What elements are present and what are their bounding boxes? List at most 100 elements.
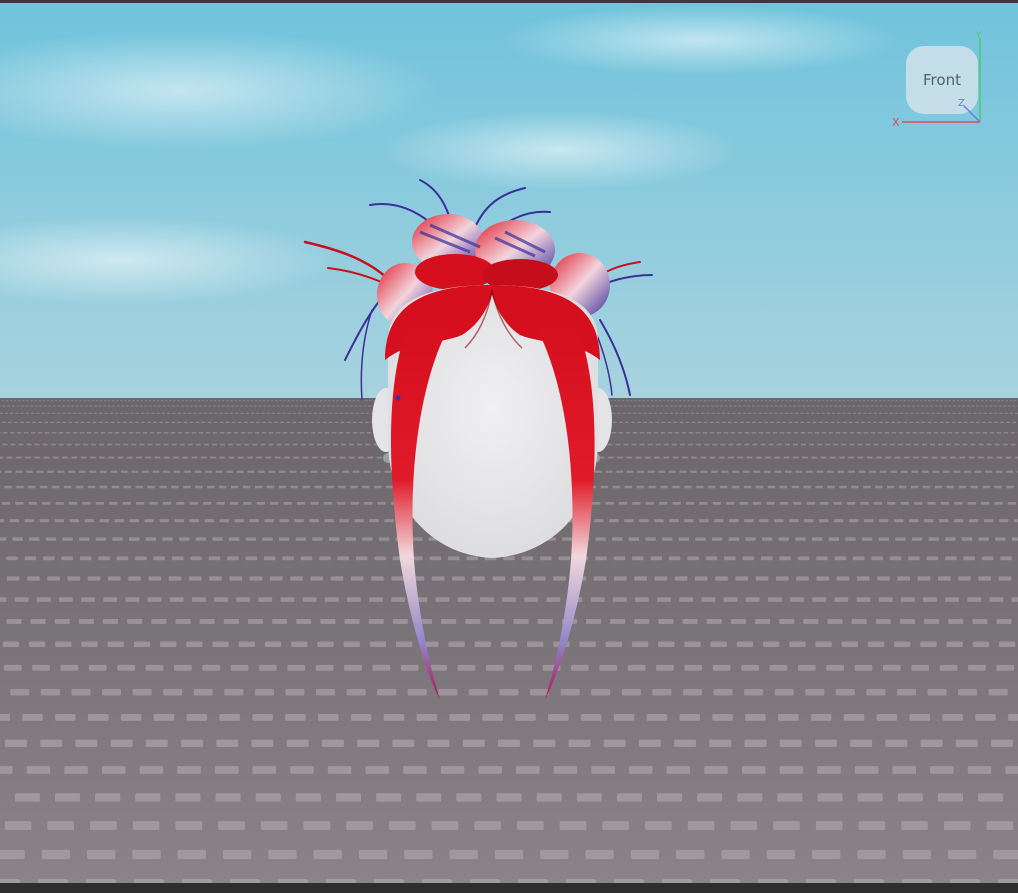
floor-stud [961, 432, 967, 434]
floor-stud [89, 405, 93, 407]
floor-stud [660, 405, 664, 407]
scene-canvas[interactable] [0, 0, 1018, 893]
floor-stud [54, 519, 64, 523]
floor-stud [147, 443, 153, 446]
floor-stud [87, 713, 109, 721]
view-cube[interactable]: Front X Y Z [892, 30, 988, 130]
floor-stud [71, 400, 74, 402]
floor-stud [344, 618, 360, 625]
floor-stud [873, 443, 879, 446]
floor-stud [284, 443, 290, 446]
floor-stud [358, 849, 388, 860]
floor-stud [497, 739, 521, 747]
floor-stud [175, 821, 203, 831]
floor-stud [155, 443, 161, 446]
floor-stud [957, 421, 962, 423]
floor-stud [833, 443, 839, 446]
floor-stud [68, 421, 73, 423]
floor-stud [177, 849, 206, 860]
floor-stud [246, 400, 250, 402]
floor-stud [104, 421, 109, 423]
floor-stud [191, 432, 197, 434]
floor-stud [784, 443, 790, 446]
floor-stud [368, 618, 384, 625]
floor-stud [729, 519, 739, 523]
floor-stud [759, 519, 769, 523]
floor-stud [607, 456, 614, 459]
floor-stud [43, 405, 47, 407]
floor-stud [857, 443, 863, 446]
floor-stud [907, 405, 911, 407]
floor-stud [752, 421, 756, 423]
floor-stud [324, 432, 330, 434]
floor-stud [678, 537, 690, 541]
floor-stud [195, 421, 200, 423]
floor-stud [994, 443, 1000, 446]
floor-stud [500, 641, 518, 647]
floor-stud [159, 421, 164, 423]
floor-stud [681, 432, 687, 434]
axis-y-label: Y [975, 31, 982, 41]
floor-stud [1, 421, 6, 423]
floor-stud [729, 405, 733, 407]
floor-stud [613, 556, 626, 561]
floor-stud [943, 821, 971, 831]
floor-stud [748, 400, 752, 402]
floor-stud [95, 537, 107, 541]
floor-stud [658, 618, 674, 625]
floor-stud [724, 405, 728, 407]
floor-stud [25, 405, 29, 407]
floor-stud [731, 485, 740, 489]
floor-stud [891, 400, 894, 402]
floor-stud [294, 519, 304, 523]
floor-stud [834, 556, 847, 561]
floor-stud [744, 689, 764, 696]
floor-stud [317, 641, 334, 647]
floor-stud [593, 576, 607, 581]
floor-stud [245, 556, 258, 561]
floor-stud [800, 443, 806, 446]
floor-stud [879, 421, 883, 423]
floor-stud [117, 456, 124, 459]
floor-stud [927, 689, 947, 696]
floor-stud [219, 412, 223, 414]
floor-stud [132, 400, 135, 402]
floor-stud [665, 405, 669, 407]
floor-stud [696, 485, 704, 489]
floor-stud [981, 556, 994, 561]
floor-stud [287, 664, 306, 671]
floor-stud [994, 405, 998, 407]
floor-stud [756, 405, 760, 407]
floor-stud [12, 537, 23, 541]
floor-stud [245, 537, 257, 541]
floor-stud [468, 689, 488, 696]
floor-stud [98, 421, 103, 423]
floor-stud [249, 519, 259, 523]
floor-stud [898, 432, 904, 434]
floor-stud [728, 400, 731, 402]
floor-stud [121, 432, 127, 434]
floor-stud [903, 456, 910, 459]
floor-stud [998, 576, 1012, 581]
floor-stud [236, 597, 251, 602]
floor-stud [153, 713, 175, 721]
floor-stud [99, 470, 107, 473]
3d-viewport[interactable]: Front X Y Z [0, 0, 1018, 893]
floor-stud [258, 400, 262, 402]
floor-stud [254, 400, 258, 402]
floor-stud [841, 443, 847, 446]
floor-stud [112, 537, 123, 541]
floor-stud [548, 713, 569, 721]
floor-stud [881, 443, 887, 446]
floor-stud [363, 501, 373, 505]
floor-stud [75, 400, 78, 402]
floor-stud [774, 412, 778, 414]
floor-stud [142, 432, 148, 434]
floor-stud [877, 432, 883, 434]
floor-stud [266, 412, 270, 414]
floor-stud [114, 519, 124, 523]
floor-stud [751, 432, 757, 434]
floor-stud [238, 400, 241, 402]
floor-stud [429, 556, 442, 561]
view-cube-front-face[interactable]: Front [906, 46, 978, 114]
